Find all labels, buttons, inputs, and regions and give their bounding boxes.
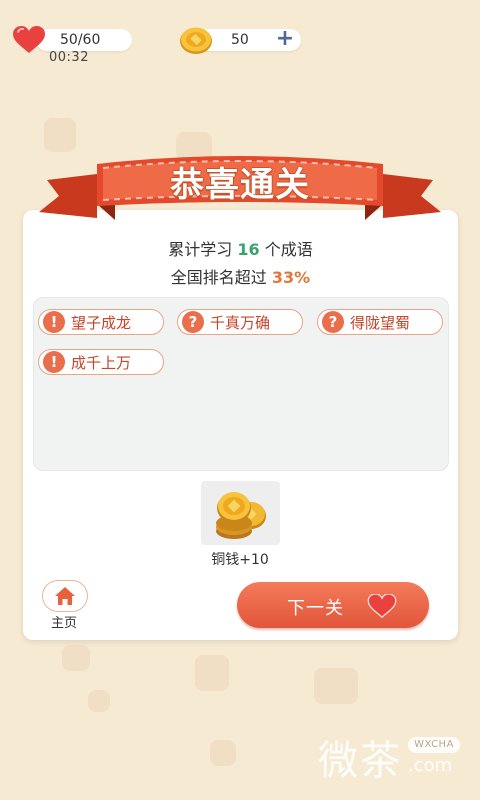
reward-label: 铜钱+10	[211, 552, 269, 568]
idiom-chip[interactable]: ! 望子成龙	[38, 309, 164, 335]
reward-item	[201, 481, 280, 545]
background-tile	[210, 740, 236, 766]
learned-prefix: 累计学习	[168, 240, 233, 259]
idiom-chip[interactable]: ! 成千上万	[38, 349, 164, 375]
coin-icon	[180, 27, 212, 54]
question-icon: ?	[322, 311, 344, 333]
idiom-label: 得陇望蜀	[350, 313, 411, 332]
background-tile	[62, 645, 90, 671]
idiom-label: 望子成龙	[71, 313, 132, 332]
rank-percent: 33%	[271, 268, 311, 287]
rank-stat: 全国排名超过 33%	[23, 264, 458, 288]
next-level-label: 下一关	[287, 598, 344, 619]
question-icon: ?	[182, 311, 204, 333]
coin-value: 50	[231, 32, 249, 48]
idiom-chip[interactable]: ? 得陇望蜀	[317, 309, 443, 335]
home-label: 主页	[50, 616, 77, 631]
level-clear-title: 恭喜通关	[170, 165, 310, 205]
add-coins-button[interactable]: +	[275, 28, 295, 50]
heart-icon	[367, 594, 397, 618]
home-icon	[55, 587, 75, 605]
exclamation-icon: !	[43, 311, 65, 333]
lives-value: 50/60	[60, 32, 101, 48]
background-tile	[314, 668, 358, 704]
idioms-panel: ! 望子成龙 ? 千真万确 ? 得陇望蜀 ! 成千上万	[33, 297, 449, 471]
exclamation-icon: !	[43, 351, 65, 373]
watermark-logo: 微茶	[318, 738, 402, 784]
watermark-badge: WXCHA	[408, 737, 460, 753]
watermark-domain: .com	[408, 755, 453, 776]
learned-suffix: 个成语	[264, 240, 313, 259]
coin-stack-icon	[216, 492, 266, 539]
idiom-label: 千真万确	[210, 313, 271, 332]
coin-counter: 50 +	[179, 27, 301, 54]
idiom-chip[interactable]: ? 千真万确	[177, 309, 303, 335]
heart-icon	[13, 26, 45, 53]
idiom-label: 成千上万	[71, 353, 132, 372]
rank-prefix: 全国排名超过	[170, 268, 267, 287]
next-level-button[interactable]: 下一关	[237, 582, 429, 628]
timer: 00:32	[49, 50, 89, 65]
background-tile	[195, 655, 229, 691]
home-button[interactable]	[42, 580, 88, 612]
background-tile	[44, 118, 76, 152]
lives-counter: 50/60	[12, 26, 132, 53]
learned-stat: 累计学习 16 个成语	[23, 236, 458, 260]
learned-count: 16	[237, 240, 260, 259]
background-tile	[88, 690, 110, 712]
